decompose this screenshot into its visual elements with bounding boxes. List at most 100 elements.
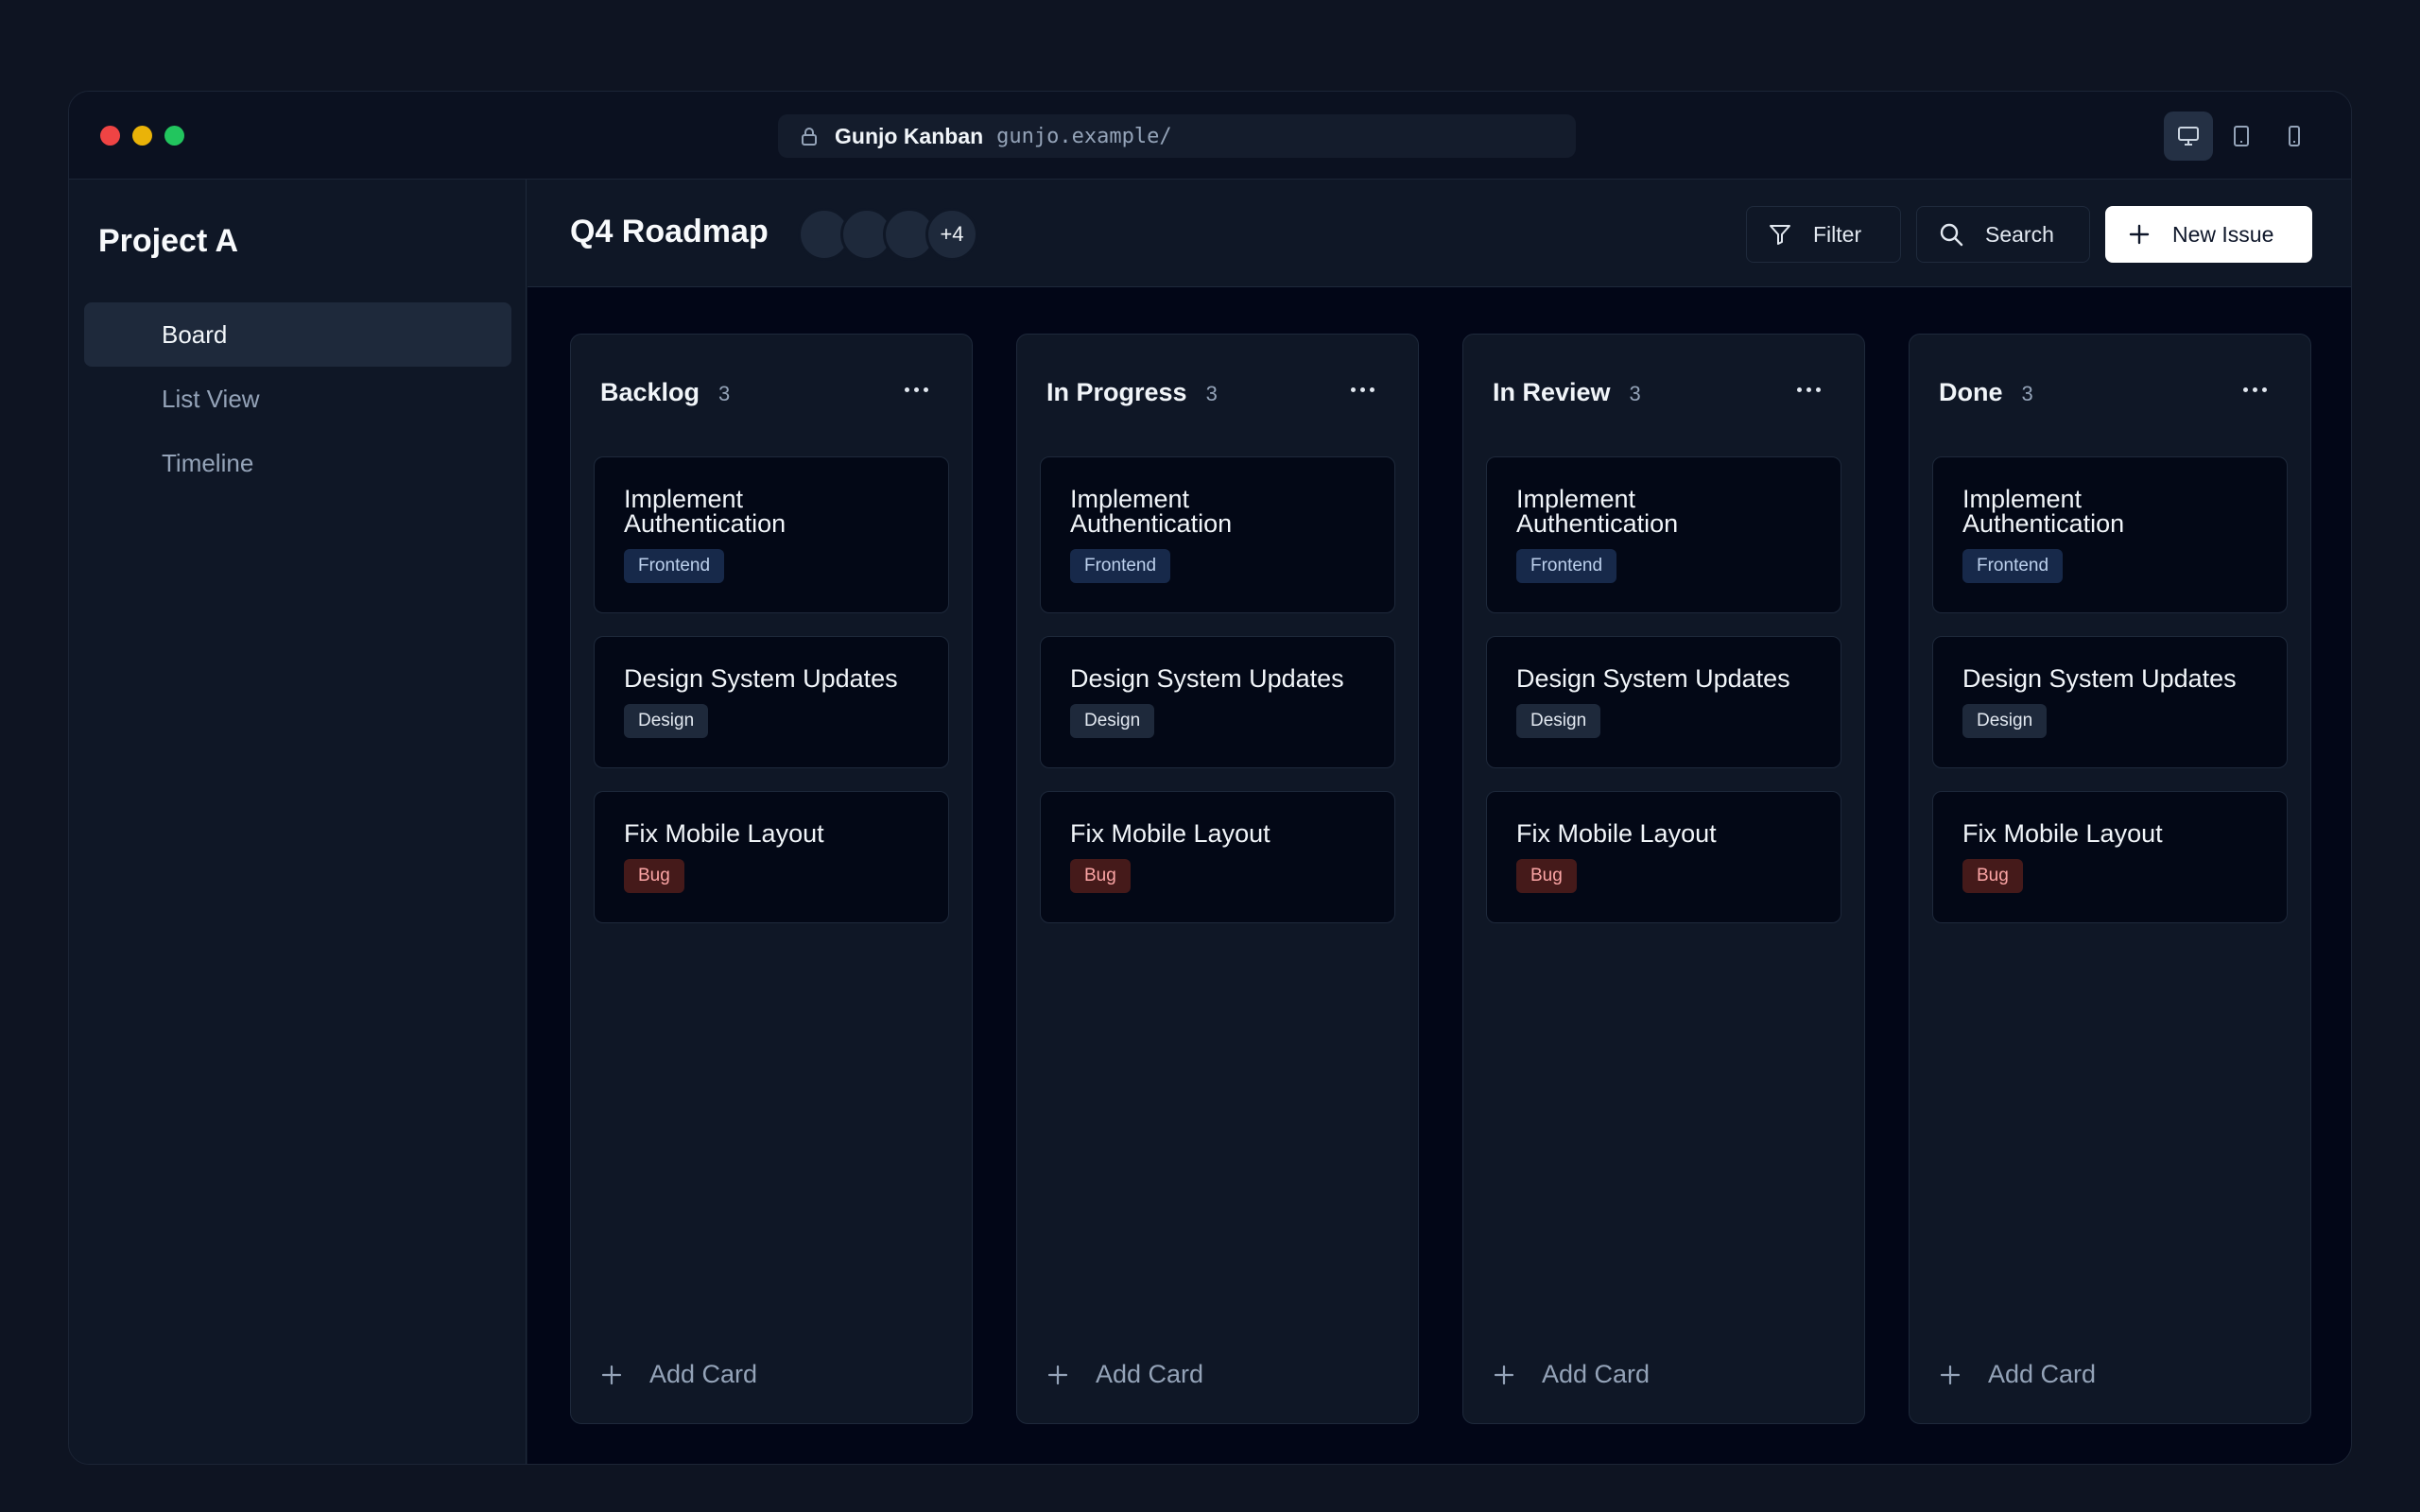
column-title: In Progress <box>1046 378 1187 406</box>
board-header: Q4 Roadmap +4 Filter Search New Issue <box>527 180 2351 287</box>
tablet-view-button[interactable] <box>2217 112 2266 161</box>
tag-design: Design <box>1070 704 1155 738</box>
search-icon <box>1940 223 1963 247</box>
tag-frontend: Frontend <box>1070 549 1171 583</box>
desktop-view-button[interactable] <box>2164 112 2213 161</box>
tag-design: Design <box>1962 704 2048 738</box>
plus-icon <box>601 1365 622 1384</box>
sidebar-nav: Board List View Timeline <box>84 302 511 495</box>
add-card-button[interactable]: Add Card <box>1493 1360 1650 1389</box>
close-window-button[interactable] <box>100 126 120 146</box>
tag-frontend: Frontend <box>624 549 725 583</box>
column-in-review: In Review 3 Implement Authentication Fro… <box>1462 334 1865 1424</box>
tag-design: Design <box>1516 704 1601 738</box>
sidebar-item-list-view[interactable]: List View <box>84 367 511 431</box>
filter-label: Filter <box>1813 221 1862 247</box>
card-title: Fix Mobile Layout <box>1070 819 1270 848</box>
card-title: Design System Updates <box>1962 664 2237 693</box>
card-fix-mobile-layout[interactable]: Fix Mobile Layout Bug <box>594 791 949 923</box>
address-bar[interactable]: Gunjo Kanban gunjo.example/ <box>778 114 1576 158</box>
sidebar-item-board[interactable]: Board <box>84 302 511 367</box>
minimize-window-button[interactable] <box>132 126 152 146</box>
tag-bug: Bug <box>1070 859 1131 893</box>
card-fix-mobile-layout[interactable]: Fix Mobile Layout Bug <box>1932 791 2288 923</box>
card-title-line1: Implement <box>1070 485 1190 513</box>
maximize-window-button[interactable] <box>164 126 184 146</box>
search-button[interactable]: Search <box>1916 206 2090 263</box>
add-card-label: Add Card <box>1542 1360 1651 1388</box>
mobile-icon <box>2289 126 2300 146</box>
column-title: Backlog <box>600 378 700 406</box>
add-card-label: Add Card <box>1096 1360 1204 1388</box>
title-bar: Gunjo Kanban gunjo.example/ <box>69 92 2351 180</box>
card-design-system-updates[interactable]: Design System Updates Design <box>1932 636 2288 768</box>
tablet-icon <box>2234 126 2249 146</box>
add-card-button[interactable]: Add Card <box>600 1360 757 1389</box>
more-icon[interactable] <box>1351 387 1374 392</box>
tag-bug: Bug <box>1516 859 1577 893</box>
column-backlog: Backlog 3 Implement Authentication Front… <box>570 334 973 1424</box>
url-text: gunjo.example/ <box>996 124 1172 148</box>
add-card-label: Add Card <box>649 1360 758 1388</box>
more-members-badge[interactable]: +4 <box>925 208 978 261</box>
lock-icon <box>801 126 821 146</box>
column-count: 3 <box>2021 382 2033 405</box>
card-design-system-updates[interactable]: Design System Updates Design <box>594 636 949 768</box>
card-design-system-updates[interactable]: Design System Updates Design <box>1040 636 1395 768</box>
plus-icon <box>2129 224 2150 245</box>
sidebar-item-timeline[interactable]: Timeline <box>84 431 511 495</box>
card-title: Fix Mobile Layout <box>624 819 824 848</box>
card-implement-authentication[interactable]: Implement Authentication Frontend <box>1486 456 1841 613</box>
add-card-label: Add Card <box>1988 1360 2097 1388</box>
member-avatars[interactable]: +4 <box>798 208 978 261</box>
project-title: Project A <box>98 223 239 259</box>
card-title-line2: Authentication <box>1070 509 1233 538</box>
card-title-line1: Implement <box>624 485 744 513</box>
search-label: Search <box>1985 221 2054 247</box>
column-count: 3 <box>1629 382 1641 405</box>
card-title: Design System Updates <box>1516 664 1790 693</box>
new-issue-label: New Issue <box>2172 221 2274 247</box>
card-title: Fix Mobile Layout <box>1516 819 1717 848</box>
card-title-line2: Authentication <box>1516 509 1679 538</box>
column-count: 3 <box>718 382 731 405</box>
column-in-progress: In Progress 3 Implement Authentication F… <box>1016 334 1419 1424</box>
tag-frontend: Frontend <box>1516 549 1617 583</box>
card-title: Design System Updates <box>1070 664 1344 693</box>
filter-icon <box>1770 225 1790 245</box>
more-icon[interactable] <box>1797 387 1821 392</box>
more-icon[interactable] <box>2243 387 2267 392</box>
card-design-system-updates[interactable]: Design System Updates Design <box>1486 636 1841 768</box>
card-title-line1: Implement <box>1962 485 2083 513</box>
new-issue-button[interactable]: New Issue <box>2105 206 2312 263</box>
column-count: 3 <box>1205 382 1218 405</box>
mobile-view-button[interactable] <box>2270 112 2319 161</box>
card-implement-authentication[interactable]: Implement Authentication Frontend <box>1040 456 1395 613</box>
card-title: Design System Updates <box>624 664 898 693</box>
card-implement-authentication[interactable]: Implement Authentication Frontend <box>1932 456 2288 613</box>
card-title-line2: Authentication <box>624 509 786 538</box>
plus-icon <box>1940 1365 1961 1384</box>
tag-bug: Bug <box>624 859 684 893</box>
card-title-line1: Implement <box>1516 485 1636 513</box>
add-card-button[interactable]: Add Card <box>1939 1360 2096 1389</box>
tag-bug: Bug <box>1962 859 2023 893</box>
tag-design: Design <box>624 704 709 738</box>
card-implement-authentication[interactable]: Implement Authentication Frontend <box>594 456 949 613</box>
column-title: Done <box>1939 378 2003 406</box>
column-title: In Review <box>1493 378 1611 406</box>
card-title-line2: Authentication <box>1962 509 2125 538</box>
page-title: Q4 Roadmap <box>570 214 769 249</box>
card-title: Fix Mobile Layout <box>1962 819 2163 848</box>
plus-icon <box>1494 1365 1514 1384</box>
app-window: Gunjo Kanban gunjo.example/ Project A Bo… <box>68 91 2352 1465</box>
column-done: Done 3 Implement Authentication Frontend… <box>1909 334 2311 1424</box>
sidebar: Project A Board List View Timeline <box>69 180 527 1464</box>
tag-frontend: Frontend <box>1962 549 2064 583</box>
add-card-button[interactable]: Add Card <box>1046 1360 1203 1389</box>
card-fix-mobile-layout[interactable]: Fix Mobile Layout Bug <box>1486 791 1841 923</box>
card-fix-mobile-layout[interactable]: Fix Mobile Layout Bug <box>1040 791 1395 923</box>
filter-button[interactable]: Filter <box>1746 206 1901 263</box>
plus-icon <box>1047 1365 1068 1384</box>
more-icon[interactable] <box>905 387 928 392</box>
